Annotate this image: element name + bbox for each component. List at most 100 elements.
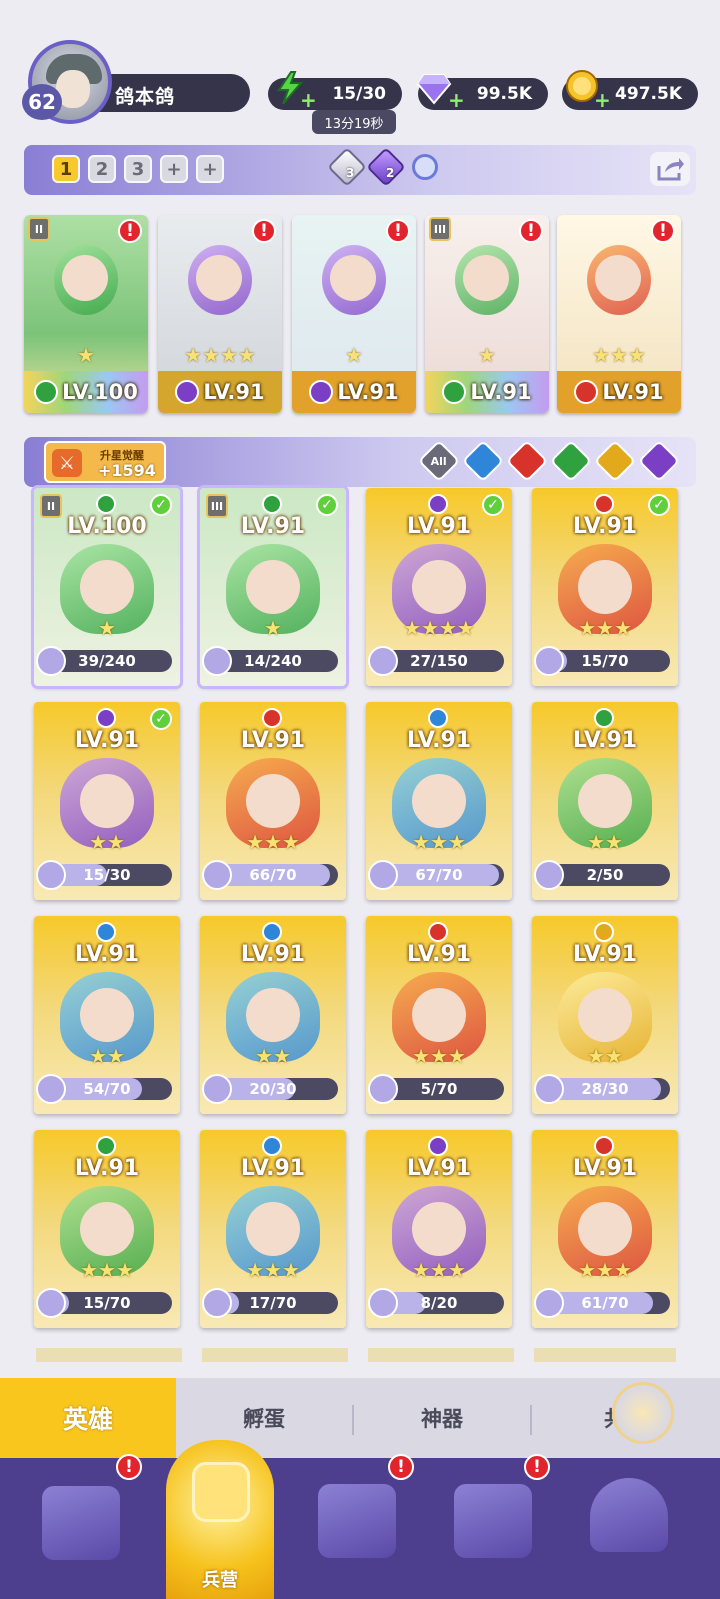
star-rating: ★★★	[412, 830, 466, 854]
hero-level: LV.91	[240, 1156, 306, 1181]
hero-face	[412, 988, 466, 1042]
shard-progress-text: 66/70	[249, 866, 297, 884]
hero-face	[412, 774, 466, 828]
hero-face	[246, 560, 300, 614]
shard-progress-text: 39/240	[78, 652, 136, 670]
star-rating: ★★	[587, 830, 623, 854]
star-rating: ★	[98, 616, 116, 640]
magnifier-icon[interactable]	[412, 154, 438, 180]
hero-level: LV.91	[74, 1156, 140, 1181]
wind-element-icon	[96, 494, 116, 514]
hero-card[interactable]: LV.91 ★★ 28/30	[532, 916, 678, 1114]
awaken-button[interactable]: ⚔ 升星觉醒 +1594	[44, 441, 166, 483]
hero-face	[246, 774, 300, 828]
hero-card[interactable]: LV.91 ★★ 20/30	[200, 916, 346, 1114]
shard-icon	[36, 860, 66, 890]
hero-face	[246, 988, 300, 1042]
dark-element-icon	[175, 380, 200, 404]
hero-card[interactable]: LV.91 ★★★ 66/70	[200, 702, 346, 900]
hero-card[interactable]: LV.91 ★★★ 17/70	[200, 1130, 346, 1328]
team-member-card[interactable]: ★ LV.91! III	[425, 215, 549, 413]
hero-card[interactable]: LV.91 ★★★ 8/20	[366, 1130, 512, 1328]
shard-progress-text: 17/70	[249, 1294, 297, 1312]
water-element-icon	[428, 708, 448, 728]
floating-sparkle-button[interactable]	[612, 1382, 674, 1444]
hero-card[interactable]: ✓ II LV.100 ★ 39/240	[34, 488, 180, 686]
shard-icon	[202, 1074, 232, 1104]
hero-face	[80, 1202, 134, 1256]
sword-icon: ⚔	[52, 449, 82, 477]
hero-card[interactable]: LV.91 ★★ 54/70	[34, 916, 180, 1114]
hero-card[interactable]: LV.91 ★★★ 61/70	[532, 1130, 678, 1328]
team-tab-add-2[interactable]: +	[196, 155, 224, 183]
hero-level: LV.91	[74, 942, 140, 967]
shop-alert-badge: !	[524, 1454, 550, 1480]
hero-level: LV.91	[240, 942, 306, 967]
filter-all-label: All	[430, 454, 448, 468]
star-rating: ★★★★	[184, 343, 256, 367]
team-member-card[interactable]: ★ LV.100! II	[24, 215, 148, 413]
hero-card[interactable]: LV.91 ★★★ 67/70	[366, 702, 512, 900]
team-member-card[interactable]: ★ LV.91!	[292, 215, 416, 413]
team-member-card[interactable]: ★★★ LV.91!	[557, 215, 681, 413]
purple-crystal-count: 2	[386, 166, 395, 180]
hero-card[interactable]: LV.91 ★★ 2/50	[532, 702, 678, 900]
share-icon[interactable]	[650, 152, 690, 186]
subtab-heroes[interactable]: 英雄	[0, 1378, 176, 1458]
star-rating: ★	[478, 343, 496, 367]
team-member-card[interactable]: ★★★★ LV.91!	[158, 215, 282, 413]
hero-card[interactable]: LV.91 ★★★ 15/70	[34, 1130, 180, 1328]
hero-card[interactable]: ✓ LV.91 ★★ 15/30	[34, 702, 180, 900]
energy-timer: 13分19秒	[312, 110, 396, 134]
hero-face	[412, 560, 466, 614]
check-icon: ✓	[150, 708, 172, 730]
subtab-artifacts[interactable]: 神器	[354, 1378, 530, 1458]
star-rating: ★★★	[246, 1258, 300, 1282]
shard-icon	[534, 1288, 564, 1318]
team-member-footer: LV.91	[292, 371, 416, 413]
map-alert-badge: !	[388, 1454, 414, 1480]
cards-alert-badge: !	[116, 1454, 142, 1480]
hero-card[interactable]: ✓ LV.91 ★★★★ 27/150	[366, 488, 512, 686]
team-member-level: LV.91	[203, 380, 265, 404]
hero-card[interactable]: ✓ III LV.91 ★ 14/240	[200, 488, 346, 686]
team-member-level: LV.91	[602, 380, 664, 404]
team-tab-3[interactable]: 3	[124, 155, 152, 183]
shard-progress-text: 20/30	[249, 1080, 297, 1098]
team-tab-2[interactable]: 2	[88, 155, 116, 183]
check-icon: ✓	[150, 494, 172, 516]
shard-progress-text: 15/70	[83, 1294, 131, 1312]
hero-level: LV.91	[406, 514, 472, 539]
add-gem-icon[interactable]: +	[448, 88, 465, 112]
fire-element-icon	[428, 922, 448, 942]
map-nav-icon[interactable]	[318, 1484, 396, 1558]
hero-card[interactable]: ✓ LV.91 ★★★ 15/70	[532, 488, 678, 686]
barracks-label: 兵营	[202, 1570, 238, 1591]
shard-icon	[36, 1074, 66, 1104]
shard-icon	[368, 1288, 398, 1318]
gem-icon	[416, 68, 452, 108]
shard-progress-text: 15/30	[83, 866, 131, 884]
add-gold-icon[interactable]: +	[594, 88, 611, 112]
team-member-footer: LV.91	[158, 371, 282, 413]
dark-element-icon	[309, 380, 334, 404]
cards-nav-icon[interactable]	[42, 1486, 120, 1560]
hero-card[interactable]: LV.91 ★★★ 5/70	[366, 916, 512, 1114]
star-rating: ★★	[587, 1044, 623, 1068]
guild-nav-icon[interactable]	[590, 1478, 668, 1552]
hero-face	[578, 774, 632, 828]
player-level-badge: 62	[22, 84, 62, 120]
wind-element-icon	[262, 494, 282, 514]
hero-face	[80, 774, 134, 828]
team-tab-add-1[interactable]: +	[160, 155, 188, 183]
team-tab-1[interactable]: 1	[52, 155, 80, 183]
silver-crystal-count: 3	[346, 166, 355, 180]
shard-icon	[36, 1288, 66, 1318]
hero-level: LV.91	[572, 728, 638, 753]
shard-progress-text: 2/50	[586, 866, 624, 884]
alert-badge: !	[651, 219, 675, 243]
add-energy-icon[interactable]: +	[300, 88, 317, 112]
shard-progress-text: 5/70	[420, 1080, 458, 1098]
star-rating: ★★	[89, 830, 125, 854]
shop-nav-icon[interactable]	[454, 1484, 532, 1558]
